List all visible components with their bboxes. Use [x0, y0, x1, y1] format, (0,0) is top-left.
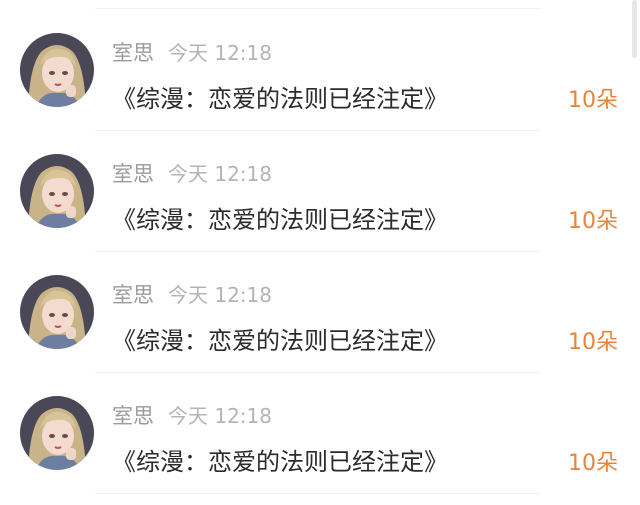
- timestamp: 今天 12:18: [168, 41, 272, 65]
- list-item[interactable]: 室思 今天 12:18 《综漫：恋爱的法则已经注定》 10朵: [0, 252, 640, 373]
- user-name[interactable]: 室思: [112, 162, 154, 186]
- timestamp: 今天 12:18: [168, 162, 272, 186]
- flower-count: 10朵: [568, 330, 618, 355]
- avatar[interactable]: [20, 154, 94, 228]
- avatar[interactable]: [20, 396, 94, 470]
- user-name[interactable]: 室思: [112, 404, 154, 428]
- user-avatar-icon: [20, 396, 94, 470]
- top-divider: [95, 8, 540, 9]
- list-item[interactable]: 室思 今天 12:18 《综漫：恋爱的法则已经注定》 10朵: [0, 131, 640, 252]
- book-title[interactable]: 《综漫：恋爱的法则已经注定》: [112, 445, 448, 479]
- user-name[interactable]: 室思: [112, 41, 154, 65]
- user-avatar-icon: [20, 33, 94, 107]
- list-item[interactable]: 室思 今天 12:18 《综漫：恋爱的法则已经注定》 10朵: [0, 10, 640, 131]
- item-meta: 室思 今天 12:18: [112, 38, 272, 68]
- timestamp: 今天 12:18: [168, 283, 272, 307]
- avatar[interactable]: [20, 275, 94, 349]
- book-title[interactable]: 《综漫：恋爱的法则已经注定》: [112, 324, 448, 358]
- timestamp: 今天 12:18: [168, 404, 272, 428]
- flower-count: 10朵: [568, 209, 618, 234]
- user-avatar-icon: [20, 154, 94, 228]
- list-item[interactable]: 室思 今天 12:18 《综漫：恋爱的法则已经注定》 10朵: [0, 373, 640, 494]
- scrollbar[interactable]: [632, 0, 637, 58]
- item-meta: 室思 今天 12:18: [112, 401, 272, 431]
- user-name[interactable]: 室思: [112, 283, 154, 307]
- user-avatar-icon: [20, 275, 94, 349]
- flower-count: 10朵: [568, 88, 618, 113]
- avatar[interactable]: [20, 33, 94, 107]
- book-title[interactable]: 《综漫：恋爱的法则已经注定》: [112, 203, 448, 237]
- row-divider: [95, 493, 540, 494]
- flower-count: 10朵: [568, 451, 618, 476]
- book-title[interactable]: 《综漫：恋爱的法则已经注定》: [112, 82, 448, 116]
- item-meta: 室思 今天 12:18: [112, 280, 272, 310]
- item-meta: 室思 今天 12:18: [112, 159, 272, 189]
